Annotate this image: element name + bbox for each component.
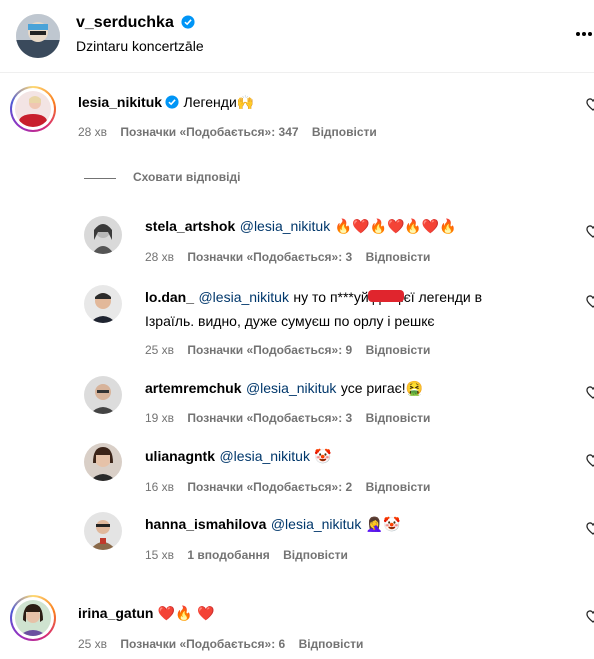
- reply-time[interactable]: 19 хв: [145, 411, 174, 425]
- reply-button[interactable]: Відповісти: [366, 250, 431, 264]
- comment-time[interactable]: 28 хв: [78, 125, 107, 139]
- comment-text: Легенди: [183, 94, 237, 110]
- clown-emoji: 🤡: [314, 449, 332, 465]
- reply-mention[interactable]: @lesia_nikituk: [198, 289, 288, 305]
- reply-body: hanna_ismahilova @lesia_nikituk 🤦‍♀️🤡: [145, 515, 401, 534]
- comment-likes[interactable]: Позначки «Подобається»: 6: [120, 637, 285, 651]
- reply-time[interactable]: 28 хв: [145, 250, 174, 264]
- reply-time[interactable]: 15 хв: [145, 548, 174, 562]
- raising-hands-emoji: 🙌: [236, 95, 255, 111]
- reply-username[interactable]: ulianagntk: [145, 448, 215, 464]
- reply-time[interactable]: 16 хв: [145, 480, 174, 494]
- comment-meta: 28 хв Позначки «Подобається»: 347 Відпов…: [78, 125, 377, 139]
- reply-body: lo.dan_ @lesia_nikituk ну то п***уй до ц…: [145, 288, 575, 307]
- comment-body: irina_gatun ❤️🔥 ❤️: [78, 604, 215, 623]
- reply-button[interactable]: Відповісти: [299, 637, 364, 651]
- reply-likes[interactable]: Позначки «Подобається»: 3: [187, 250, 352, 264]
- reply-meta: 19 хв Позначки «Подобається»: 3 Відповіс…: [145, 411, 430, 425]
- reply-text: 🔥❤️🔥❤️🔥❤️🔥: [334, 219, 457, 235]
- reply-body: artemremchuk @lesia_nikituk усе ригає!🤮: [145, 379, 423, 398]
- like-heart-icon[interactable]: [586, 610, 594, 624]
- reply-mention[interactable]: @lesia_nikituk: [219, 448, 309, 464]
- commenter-avatar[interactable]: [15, 600, 51, 636]
- reply-username[interactable]: hanna_ismahilova: [145, 516, 266, 532]
- hide-replies-button[interactable]: Сховати відповіді: [133, 170, 240, 184]
- reply-likes[interactable]: Позначки «Подобається»: 9: [187, 343, 352, 357]
- reply-avatar[interactable]: [84, 376, 122, 414]
- reply-button[interactable]: Відповісти: [312, 125, 377, 139]
- comment-meta: 25 хв Позначки «Подобається»: 6 Відповіс…: [78, 637, 363, 651]
- like-heart-icon[interactable]: [586, 295, 594, 309]
- like-heart-icon[interactable]: [586, 454, 594, 468]
- reply-mention[interactable]: @lesia_nikituk: [246, 380, 336, 396]
- verified-badge-icon: [165, 95, 179, 109]
- reply-avatar[interactable]: [84, 216, 122, 254]
- reply-button[interactable]: Відповісти: [283, 548, 348, 562]
- reply-mention[interactable]: @lesia_nikituk: [240, 218, 330, 234]
- facepalm-clown-emoji: 🤦‍♀️🤡: [365, 517, 401, 533]
- comment-body: lesia_nikituk Легенди🙌: [78, 93, 254, 112]
- reply-button[interactable]: Відповісти: [366, 480, 431, 494]
- post-location[interactable]: Dzintaru koncertzāle: [76, 38, 204, 54]
- reply-meta: 16 хв Позначки «Подобається»: 2 Відповіс…: [145, 480, 430, 494]
- reply-avatar[interactable]: [84, 285, 122, 323]
- comment-username[interactable]: lesia_nikituk: [78, 94, 162, 110]
- like-heart-icon[interactable]: [586, 98, 594, 112]
- reply-avatar[interactable]: [84, 443, 122, 481]
- reply-meta: 15 хв 1 вподобання Відповісти: [145, 548, 348, 562]
- reply-username[interactable]: lo.dan_: [145, 289, 194, 305]
- reply-text-line2: Ізраїль. видно, дуже сумуєш по орлу і ре…: [145, 313, 435, 329]
- reply-meta: 28 хв Позначки «Подобається»: 3 Відповіс…: [145, 250, 430, 264]
- comment-username[interactable]: irina_gatun: [78, 605, 153, 621]
- reply-button[interactable]: Відповісти: [366, 343, 431, 357]
- like-heart-icon[interactable]: [586, 386, 594, 400]
- like-heart-icon[interactable]: [586, 522, 594, 536]
- comment-time[interactable]: 25 хв: [78, 637, 107, 651]
- censor-scribble: [368, 290, 404, 302]
- comment-likes[interactable]: Позначки «Подобається»: 347: [120, 125, 298, 139]
- reply-likes[interactable]: Позначки «Подобається»: 3: [187, 411, 352, 425]
- reply-username[interactable]: artemremchuk: [145, 380, 242, 396]
- reply-meta: 25 хв Позначки «Подобається»: 9 Відповіс…: [145, 343, 430, 357]
- reply-text: усе ригає!: [340, 380, 406, 396]
- reply-likes[interactable]: 1 вподобання: [187, 548, 269, 562]
- reply-body: stela_artshok @lesia_nikituk 🔥❤️🔥❤️🔥❤️🔥: [145, 217, 457, 236]
- reply-avatar[interactable]: [84, 512, 122, 550]
- post-author-username[interactable]: v_serduchka: [76, 14, 195, 32]
- more-options-icon[interactable]: [574, 24, 594, 44]
- hide-replies-line: [84, 178, 116, 179]
- vomiting-emoji: 🤮: [405, 381, 424, 397]
- header-divider: [0, 72, 594, 73]
- reply-body: ulianagntk @lesia_nikituk 🤡: [145, 447, 332, 466]
- post-author-avatar[interactable]: [16, 14, 60, 58]
- commenter-avatar[interactable]: [15, 91, 51, 127]
- reply-time[interactable]: 25 хв: [145, 343, 174, 357]
- reply-username[interactable]: stela_artshok: [145, 218, 235, 234]
- reply-likes[interactable]: Позначки «Подобається»: 2: [187, 480, 352, 494]
- verified-badge-icon: [181, 15, 195, 29]
- reply-mention[interactable]: @lesia_nikituk: [271, 516, 361, 532]
- like-heart-icon[interactable]: [586, 225, 594, 239]
- reply-button[interactable]: Відповісти: [366, 411, 431, 425]
- comment-text: ❤️🔥 ❤️: [157, 606, 215, 622]
